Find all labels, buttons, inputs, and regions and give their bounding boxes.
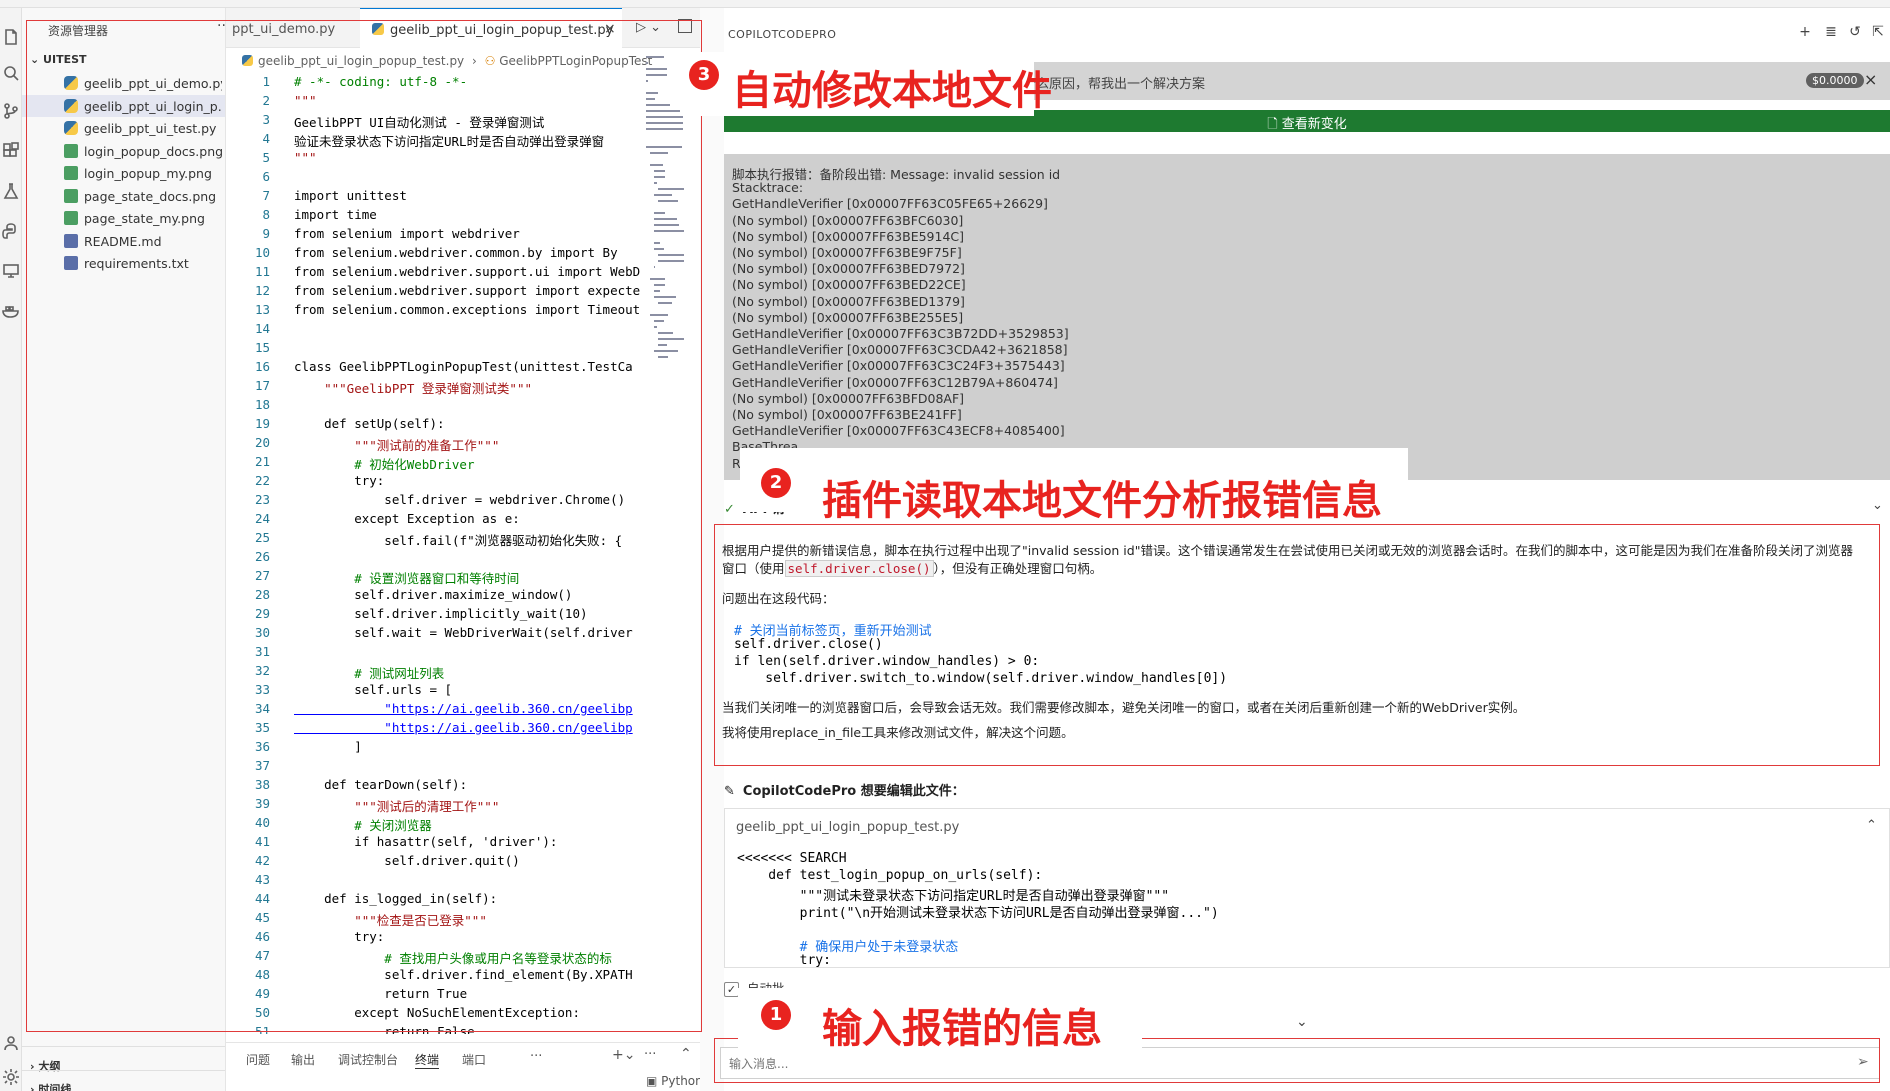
- chevron-up-icon[interactable]: ⌃: [1866, 818, 1877, 833]
- new-chat-icon[interactable]: +: [1796, 24, 1814, 42]
- more-icon[interactable]: ···: [644, 1047, 656, 1062]
- diff-line: def test_login_popup_on_urls(self):: [737, 868, 1043, 883]
- panel-tab[interactable]: 终端: [415, 1051, 440, 1069]
- close-query-icon[interactable]: ×: [1864, 70, 1877, 89]
- diff-line: try:: [737, 953, 831, 968]
- annotation-number-3: 3: [689, 60, 719, 90]
- outline-label: 大纲: [38, 1060, 61, 1073]
- error-line: (No symbol) [0x00007FF63BE5914C]: [732, 228, 965, 244]
- checkbox-checked-icon[interactable]: ✓: [724, 982, 739, 997]
- chevron-down-icon[interactable]: ⌄: [1872, 498, 1883, 513]
- error-line: GetHandleVerifier [0x00007FF63C3C24F3+35…: [732, 358, 1065, 374]
- check-icon: ✓: [724, 502, 735, 517]
- testing-icon[interactable]: [2, 182, 20, 202]
- chat-title: COPILOTCODEPRO: [728, 28, 837, 41]
- cost-badge: $0.0000: [1806, 73, 1864, 88]
- panel-tab[interactable]: 调试控制台: [338, 1051, 398, 1068]
- panel-tab[interactable]: 端口: [462, 1051, 486, 1068]
- pencil-icon: ✎: [724, 784, 735, 799]
- annotation-text-1: 输入报错的信息: [822, 1006, 1102, 1052]
- annotation-text-2: 插件读取本地文件分析报错信息: [822, 478, 1382, 524]
- error-line: (No symbol) [0x00007FF63BED22CE]: [732, 277, 966, 293]
- edit-request-row: ✎ CopilotCodePro 想要编辑此文件：: [724, 780, 965, 799]
- error-line: GetHandleVerifier [0x00007FF63C43ECF8+40…: [732, 423, 1065, 439]
- history-icon[interactable]: ↺: [1846, 24, 1864, 42]
- source-control-icon[interactable]: [2, 102, 20, 122]
- annotation-number-1: 1: [761, 1000, 791, 1030]
- error-line: GetHandleVerifier [0x00007FF63C05FE65+26…: [732, 196, 1048, 212]
- divider: [22, 1046, 225, 1047]
- error-line: (No symbol) [0x00007FF63BE9F75F]: [732, 245, 962, 260]
- annotation-box-response: [714, 524, 1880, 766]
- python-label: Python: [661, 1074, 703, 1088]
- history-list-icon[interactable]: ≣: [1822, 24, 1840, 42]
- files-icon[interactable]: [2, 28, 20, 48]
- error-line: Stacktrace:: [732, 180, 804, 196]
- error-line: (No symbol) [0x00007FF63BED7972]: [732, 261, 965, 277]
- error-line: (No symbol) [0x00007FF63BE241FF]: [732, 407, 962, 422]
- python-icon[interactable]: [2, 222, 20, 242]
- annotation-text-3: 自动修改本地文件: [732, 68, 1052, 114]
- extensions-icon[interactable]: [2, 142, 20, 162]
- timeline-label: 时间线: [38, 1083, 72, 1091]
- account-icon[interactable]: [2, 1034, 20, 1054]
- remote-explorer-icon[interactable]: [2, 262, 20, 282]
- error-message-block: 脚本执行报错：备阶段出错: Message: invalid session i…: [724, 154, 1890, 480]
- chevron-up-icon[interactable]: ⌃: [680, 1046, 692, 1062]
- diff-file-name: geelib_ppt_ui_login_popup_test.py: [736, 820, 960, 835]
- timeline-section[interactable]: › 时间线: [30, 1081, 71, 1091]
- error-line: (No symbol) [0x00007FF63BFD08AF]: [732, 390, 965, 406]
- activity-bar: [0, 8, 22, 1091]
- error-line: (No symbol) [0x00007FF63BED1379]: [732, 293, 965, 309]
- terminal-icon: ▣: [646, 1074, 662, 1088]
- edit-request-label: CopilotCodePro 想要编辑此文件：: [742, 784, 965, 799]
- panel-more-icon[interactable]: ···: [530, 1049, 542, 1064]
- terminal-python-item[interactable]: ▣ Python: [646, 1074, 703, 1088]
- annotation-box-editor: [26, 20, 702, 1032]
- error-line: (No symbol) [0x00007FF63BFC6030]: [732, 212, 964, 228]
- settings-gear-icon[interactable]: [2, 1068, 20, 1088]
- add-terminal-icon[interactable]: +⌄: [612, 1047, 635, 1063]
- error-line: (No symbol) [0x00007FF63BE255E5]: [732, 309, 964, 325]
- error-line: GetHandleVerifier [0x00007FF63C12B79A+86…: [732, 374, 1058, 390]
- outline-section[interactable]: › 大纲: [30, 1058, 60, 1074]
- panel-tab[interactable]: 输出: [291, 1051, 315, 1068]
- panel-tab[interactable]: 问题: [246, 1051, 270, 1068]
- annotation-number-2: 2: [761, 468, 791, 498]
- menu-bar: [0, 0, 1890, 8]
- diff-line: <<<<<<< SEARCH: [737, 851, 847, 866]
- diff-line: print("\n开始测试未登录状态下访问URL是否自动弹出登录弹窗..."): [737, 906, 1219, 921]
- docker-icon[interactable]: [2, 302, 20, 322]
- error-line: GetHandleVerifier [0x00007FF63C3B72DD+35…: [732, 326, 1069, 341]
- diff-file-icon: 🗋: [1267, 117, 1282, 132]
- chevron-down-icon[interactable]: ⌄: [1296, 1014, 1308, 1030]
- view-changes-label: 查看新变化: [1281, 117, 1347, 132]
- error-line: GetHandleVerifier [0x00007FF63C3CDA42+36…: [732, 342, 1068, 358]
- divider: [22, 1070, 225, 1071]
- open-external-icon[interactable]: ⇱: [1869, 24, 1887, 42]
- search-icon[interactable]: [2, 64, 20, 84]
